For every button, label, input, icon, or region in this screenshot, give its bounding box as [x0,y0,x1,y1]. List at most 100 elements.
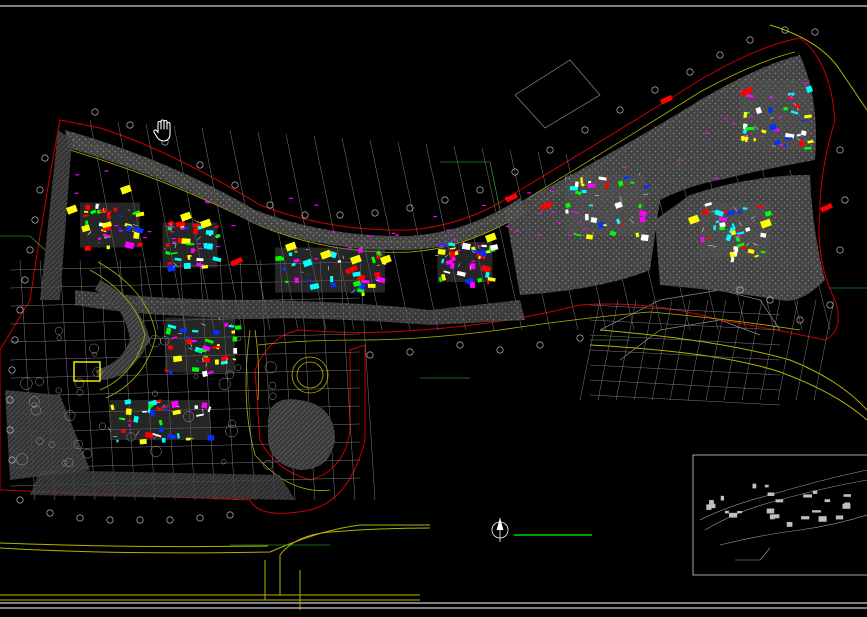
building-mark [192,329,199,333]
building-mark [745,126,755,130]
tree-symbol [221,459,227,465]
grid-line [723,299,745,401]
grid-bubble [836,246,844,254]
tag-mark [743,135,748,137]
tree-symbol [268,381,277,390]
grid-bubble [266,201,274,209]
grid-line [139,259,156,501]
building-mark [125,408,132,416]
tree-symbol [54,326,63,335]
site-plan-drawing [0,5,867,610]
building-mark [288,252,293,257]
inset-mark [801,516,810,520]
hatch-west-edge [40,130,72,300]
label-block [120,184,132,195]
building-mark [165,242,170,248]
tag-mark [537,212,542,215]
tag-mark [331,231,336,233]
grid-bubble [136,516,144,524]
grid-line [795,299,817,401]
tree-symbol [193,374,199,380]
tag-mark [456,250,461,252]
grid-line [589,364,781,376]
grid-bubble [841,196,849,204]
cad-drawing-viewport[interactable] [0,0,867,617]
grid-bubble [106,516,114,524]
tag-mark [779,144,784,146]
grid-bubble [811,28,819,36]
tree-symbol [151,390,158,397]
building-mark [194,405,199,409]
grid-line [741,299,763,401]
grid-line [359,259,376,501]
label-block-red [660,94,673,105]
building-mark [83,210,89,213]
north-arrow [491,517,509,542]
building-mark [206,243,214,250]
building-mark [736,233,741,238]
building-mark [191,367,200,372]
building-mark [205,230,214,235]
tree-symbol [150,445,162,458]
grid-bubble [336,211,344,219]
grid-bubble [76,514,84,522]
building-mark [449,251,456,258]
building-mark [133,232,140,239]
building-mark [106,245,110,250]
tag-mark [568,234,573,237]
building-mark [177,237,182,244]
tag-mark [732,123,737,125]
building-mark [487,280,490,285]
grid-line [9,387,361,397]
grid-bubble [746,36,754,44]
tag-mark [170,226,175,228]
label-block [66,204,78,215]
grid-bubble [576,334,584,342]
grid-bubble [11,336,19,344]
building-mark [113,207,118,212]
grid-line [705,299,727,401]
building-mark [742,207,748,210]
building-mark [700,236,705,243]
tag-mark [723,117,728,120]
building-mark [640,234,649,242]
tag-mark [314,204,319,206]
building-mark [294,250,298,253]
label-block [485,232,497,243]
grid-bubble [26,246,34,254]
grid-line [339,259,356,501]
grid-line [777,299,799,401]
building-mark [197,349,207,353]
grid-bubble [616,106,624,114]
tag-mark [394,234,399,236]
building-mark [580,177,583,184]
tag-mark [452,239,457,241]
building-mark [275,257,285,262]
building-mark [180,227,186,230]
building-mark [639,216,646,223]
building-mark [587,183,596,188]
grid-bubble [441,196,449,204]
tag-mark [231,225,236,227]
tag-mark [171,238,176,240]
building-mark [450,262,455,269]
inset-mark [803,494,813,498]
tree-symbol [227,419,237,428]
building-mark [352,291,355,294]
inset-mark [724,510,729,514]
inset-mark [720,495,725,501]
tree-symbol [74,378,85,388]
grid-line [159,259,176,501]
tag-mark [704,132,709,134]
inset-mark [710,503,716,509]
building-mark [84,204,91,210]
grid-bubble [651,86,659,94]
tag-mark [439,245,444,247]
building-mark [213,329,220,336]
building-mark [770,95,773,99]
tag-mark [778,116,783,119]
building-mark [137,242,143,248]
tree-symbol [89,343,100,354]
tag-mark [75,174,80,176]
grid-line [687,299,709,401]
